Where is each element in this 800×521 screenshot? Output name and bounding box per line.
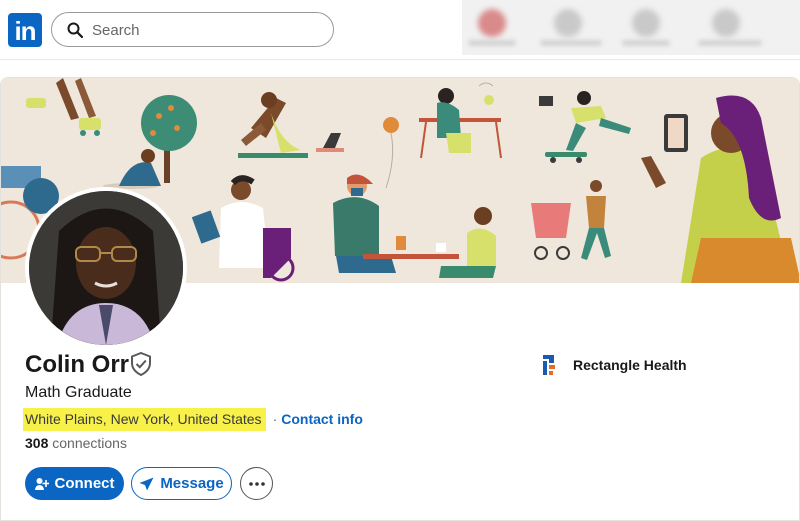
profile-photo[interactable] xyxy=(25,187,187,349)
location-line: White Plains, New York, United States · … xyxy=(23,407,363,431)
contact-info-link[interactable]: Contact info xyxy=(281,411,363,427)
profile-card: Colin Orr Math Graduate White Plains, Ne… xyxy=(0,77,800,521)
blurred-nav-icons xyxy=(462,0,800,55)
message-button[interactable]: Message xyxy=(131,467,232,500)
connections-label: connections xyxy=(52,435,127,451)
current-company[interactable]: Rectangle Health xyxy=(542,354,687,376)
connect-label: Connect xyxy=(54,475,115,492)
more-icon xyxy=(248,481,265,486)
connect-button[interactable]: Connect xyxy=(25,467,124,500)
search-box[interactable] xyxy=(51,12,334,47)
message-label: Message xyxy=(160,475,224,492)
search-icon xyxy=(67,22,83,38)
more-actions-button[interactable] xyxy=(240,467,273,500)
add-person-icon xyxy=(34,477,49,490)
search-input[interactable] xyxy=(92,20,312,40)
company-name: Rectangle Health xyxy=(573,357,687,373)
linkedin-logo[interactable]: in xyxy=(8,13,42,47)
avatar-image xyxy=(29,191,183,345)
send-icon xyxy=(139,477,154,490)
separator-dot: · xyxy=(272,411,278,427)
profile-location: White Plains, New York, United States xyxy=(23,407,266,431)
connections-number: 308 xyxy=(25,435,49,451)
rectangle-health-logo-icon xyxy=(543,355,555,375)
verified-shield-icon[interactable] xyxy=(130,352,152,376)
profile-headline: Math Graduate xyxy=(25,384,132,401)
profile-name: Colin Orr xyxy=(25,351,130,378)
top-nav-bar: in xyxy=(0,0,800,60)
connections-count[interactable]: 308 connections xyxy=(25,435,127,451)
